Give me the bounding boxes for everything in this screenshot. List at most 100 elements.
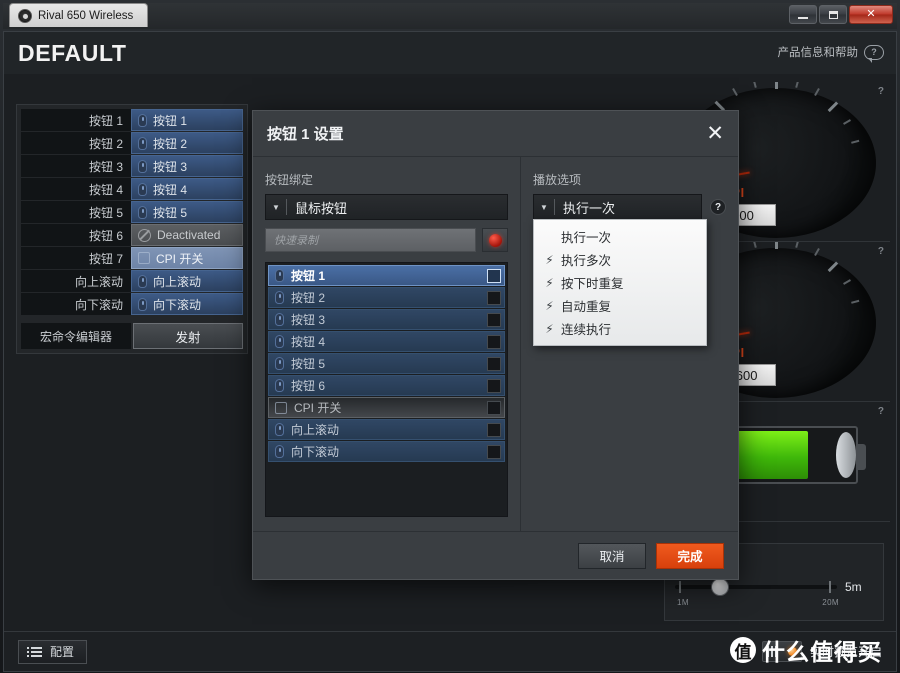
watermark-mark: 值 xyxy=(730,637,756,663)
list-item[interactable]: CPI 开关 xyxy=(268,397,505,418)
list-item[interactable]: 按钮 5 xyxy=(268,353,505,374)
list-item-label: 向下滚动 xyxy=(291,445,340,459)
list-item-label: 按钮 1 xyxy=(291,269,326,283)
list-item-label: CPI 开关 xyxy=(294,401,342,415)
binding-type-select[interactable]: ▼ 鼠标按钮 xyxy=(265,194,508,220)
list-item[interactable]: 按钮 6 xyxy=(268,375,505,396)
list-item-checkbox[interactable] xyxy=(487,444,501,459)
close-icon[interactable]: ✕ xyxy=(706,123,724,144)
close-button[interactable]: ✕ xyxy=(849,5,893,24)
chevron-down-icon: ▼ xyxy=(540,202,548,212)
menu-item[interactable]: ⚡ 执行一次 xyxy=(534,225,706,248)
watermark: 值 什么值得买 xyxy=(730,633,882,667)
menu-item-label: 连续执行 xyxy=(561,323,612,337)
watermark-text: 什么值得买 xyxy=(762,639,882,665)
config-button-label: 配置 xyxy=(50,645,75,659)
menu-item[interactable]: ⚡ 连续执行 xyxy=(534,317,706,340)
config-button[interactable]: 配置 xyxy=(18,639,88,664)
product-help-label: 产品信息和帮助 xyxy=(777,47,859,59)
menu-item-label: 执行多次 xyxy=(561,254,612,268)
window-tab[interactable]: Rival 650 Wireless xyxy=(9,3,149,27)
playback-select[interactable]: ▼ 执行一次 xyxy=(533,194,702,220)
binding-section-label: 按钮绑定 xyxy=(265,173,314,187)
page-title: DEFAULT xyxy=(18,39,127,66)
product-help-link[interactable]: 产品信息和帮助 ? xyxy=(777,44,884,63)
menu-item-label: 执行一次 xyxy=(561,231,612,245)
list-item-checkbox[interactable] xyxy=(487,356,501,371)
done-button[interactable]: 完成 xyxy=(656,542,724,569)
mouse-icon xyxy=(275,423,284,436)
menu-item[interactable]: ⚡ 自动重复 xyxy=(534,294,706,317)
binding-type-value: 鼠标按钮 xyxy=(295,200,348,216)
list-item-label: 按钮 2 xyxy=(291,291,326,305)
mouse-icon xyxy=(275,313,284,326)
minimize-icon xyxy=(798,16,808,19)
dialog-header: 按钮 1 设置 ✕ xyxy=(253,111,738,157)
mouse-icon xyxy=(275,445,284,458)
record-dot-icon xyxy=(488,233,502,247)
list-item[interactable]: 按钮 4 xyxy=(268,331,505,352)
list-item-label: 向上滚动 xyxy=(291,423,340,437)
minimize-button[interactable] xyxy=(789,5,817,24)
bolt-icon: ⚡ xyxy=(545,321,554,336)
playback-select-row: ▼ 执行一次 ? xyxy=(533,194,726,220)
app-frame: DEFAULT 产品信息和帮助 ? 操作 ? 按钮 1 xyxy=(3,31,897,672)
list-item-checkbox[interactable] xyxy=(487,334,501,349)
playback-section-label: 播放选项 xyxy=(533,173,582,187)
menu-item[interactable]: ⚡ 按下时重复 xyxy=(534,271,706,294)
application-window: Rival 650 Wireless ✕ DEFAULT 产品信息和帮助 ? 按… xyxy=(0,0,900,673)
playback-dropdown-menu[interactable]: ⚡ 执行一次 ⚡ 执行多次 ⚡ 按下时重复 xyxy=(533,219,707,346)
os-title-bar: Rival 650 Wireless ✕ xyxy=(3,3,897,29)
mouse-icon xyxy=(275,379,284,392)
button-settings-dialog: 按钮 1 设置 ✕ 按钮绑定 ▼ 鼠标按钮 快速录制 按钮 1 按钮 2 按钮 … xyxy=(252,110,739,580)
menu-item-label: 自动重复 xyxy=(561,300,612,314)
bolt-icon: ⚡ xyxy=(545,298,554,313)
bolt-icon: ⚡ xyxy=(545,252,554,267)
dialog-title: 按钮 1 设置 xyxy=(267,126,344,143)
cpi-icon xyxy=(275,401,287,414)
status-bar: 配置 实时预览开启 值 什么值得买 xyxy=(4,631,896,671)
app-header: DEFAULT 产品信息和帮助 ? xyxy=(4,32,896,74)
list-item[interactable]: 按钮 1 xyxy=(268,265,505,286)
list-item-checkbox[interactable] xyxy=(487,290,501,305)
modal-overlay: 按钮 1 设置 ✕ 按钮绑定 ▼ 鼠标按钮 快速录制 按钮 1 按钮 2 按钮 … xyxy=(4,74,896,631)
list-item-label: 按钮 5 xyxy=(291,357,326,371)
mouse-icon xyxy=(275,291,284,304)
list-item[interactable]: 向上滚动 xyxy=(268,419,505,440)
button-list[interactable]: 按钮 1 按钮 2 按钮 3 按钮 4 按钮 5 按钮 6 CPI 开关 向上滚… xyxy=(265,262,508,517)
main-stage: 操作 ? 按钮 1 按钮 1 按钮 2 按钮 xyxy=(4,74,896,631)
list-item-checkbox[interactable] xyxy=(487,268,501,283)
list-icon xyxy=(27,646,42,657)
list-item-label: 按钮 4 xyxy=(291,335,326,349)
record-button[interactable] xyxy=(482,228,508,252)
list-item-label: 按钮 6 xyxy=(291,379,326,393)
list-item-label: 按钮 3 xyxy=(291,313,326,327)
help-bubble-icon: ? xyxy=(864,44,884,63)
quick-record-row: 快速录制 xyxy=(265,228,508,252)
mouse-icon xyxy=(275,335,284,348)
dialog-body: 按钮绑定 ▼ 鼠标按钮 快速录制 按钮 1 按钮 2 按钮 3 按钮 4 按钮 … xyxy=(253,157,738,531)
playback-help-marker[interactable]: ? xyxy=(710,199,726,215)
menu-item-label: 按下时重复 xyxy=(561,277,624,291)
steelseries-logo-icon xyxy=(18,8,32,23)
list-item[interactable]: 按钮 3 xyxy=(268,309,505,330)
mouse-icon xyxy=(275,269,284,282)
list-item-checkbox[interactable] xyxy=(487,312,501,327)
maximize-button[interactable] xyxy=(819,5,847,24)
list-item-checkbox[interactable] xyxy=(487,378,501,393)
maximize-icon xyxy=(828,10,838,19)
window-tab-label: Rival 650 Wireless xyxy=(38,9,134,22)
list-item-checkbox[interactable] xyxy=(487,400,501,415)
bolt-icon: ⚡ xyxy=(545,275,554,290)
menu-item[interactable]: ⚡ 执行多次 xyxy=(534,248,706,271)
list-item[interactable]: 向下滚动 xyxy=(268,441,505,462)
window-controls: ✕ xyxy=(789,5,893,24)
playback-select-value: 执行一次 xyxy=(563,200,616,216)
cancel-button[interactable]: 取消 xyxy=(578,542,646,569)
button-binding-section: 按钮绑定 ▼ 鼠标按钮 快速录制 按钮 1 按钮 2 按钮 3 按钮 4 按钮 … xyxy=(253,157,521,531)
list-item[interactable]: 按钮 2 xyxy=(268,287,505,308)
list-item-checkbox[interactable] xyxy=(487,422,501,437)
dialog-footer: 取消 完成 xyxy=(253,531,738,579)
quick-record-input[interactable]: 快速录制 xyxy=(265,228,476,252)
mouse-icon xyxy=(275,357,284,370)
